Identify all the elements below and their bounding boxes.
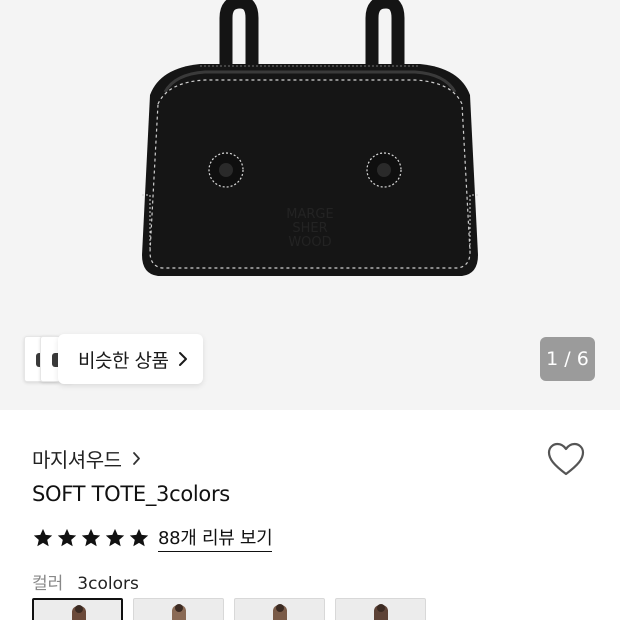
rating-stars xyxy=(32,527,150,549)
star-filled-icon xyxy=(57,528,77,547)
color-swatch[interactable] xyxy=(32,598,123,620)
product-title: SOFT TOTE_3colors xyxy=(32,482,230,506)
color-swatch[interactable] xyxy=(133,598,224,620)
option-value: 3colors xyxy=(77,574,139,594)
svg-text:SHER: SHER xyxy=(292,221,327,236)
chevron-right-icon xyxy=(132,452,140,465)
star-filled-icon xyxy=(129,528,149,547)
rating-row: 88개 리뷰 보기 xyxy=(32,524,273,552)
review-link[interactable]: 88개 리뷰 보기 xyxy=(158,524,273,552)
brand-name: 마지셔우드 xyxy=(32,448,122,472)
star-filled-icon xyxy=(33,528,53,547)
color-swatch[interactable] xyxy=(335,598,426,620)
star-filled-icon xyxy=(81,528,101,547)
svg-text:WOOD: WOOD xyxy=(288,235,331,250)
star-filled-icon xyxy=(105,528,125,547)
similar-products-button[interactable]: 비슷한 상품 xyxy=(58,334,203,384)
similar-products-label: 비슷한 상품 xyxy=(78,349,169,372)
color-swatch[interactable] xyxy=(234,598,325,620)
color-swatches xyxy=(32,598,426,620)
product-image-gallery[interactable]: MARGE SHER WOOD 비슷한 상품 1 / 6 xyxy=(0,0,620,410)
chevron-right-icon xyxy=(179,352,188,366)
svg-text:MARGE: MARGE xyxy=(286,207,333,222)
color-option-row: 컬러 3colors xyxy=(32,569,139,594)
image-pager-indicator: 1 / 6 xyxy=(540,337,595,381)
option-label: 컬러 xyxy=(32,574,64,594)
heart-outline-icon[interactable] xyxy=(546,440,586,480)
brand-link[interactable]: 마지셔우드 xyxy=(32,444,141,473)
